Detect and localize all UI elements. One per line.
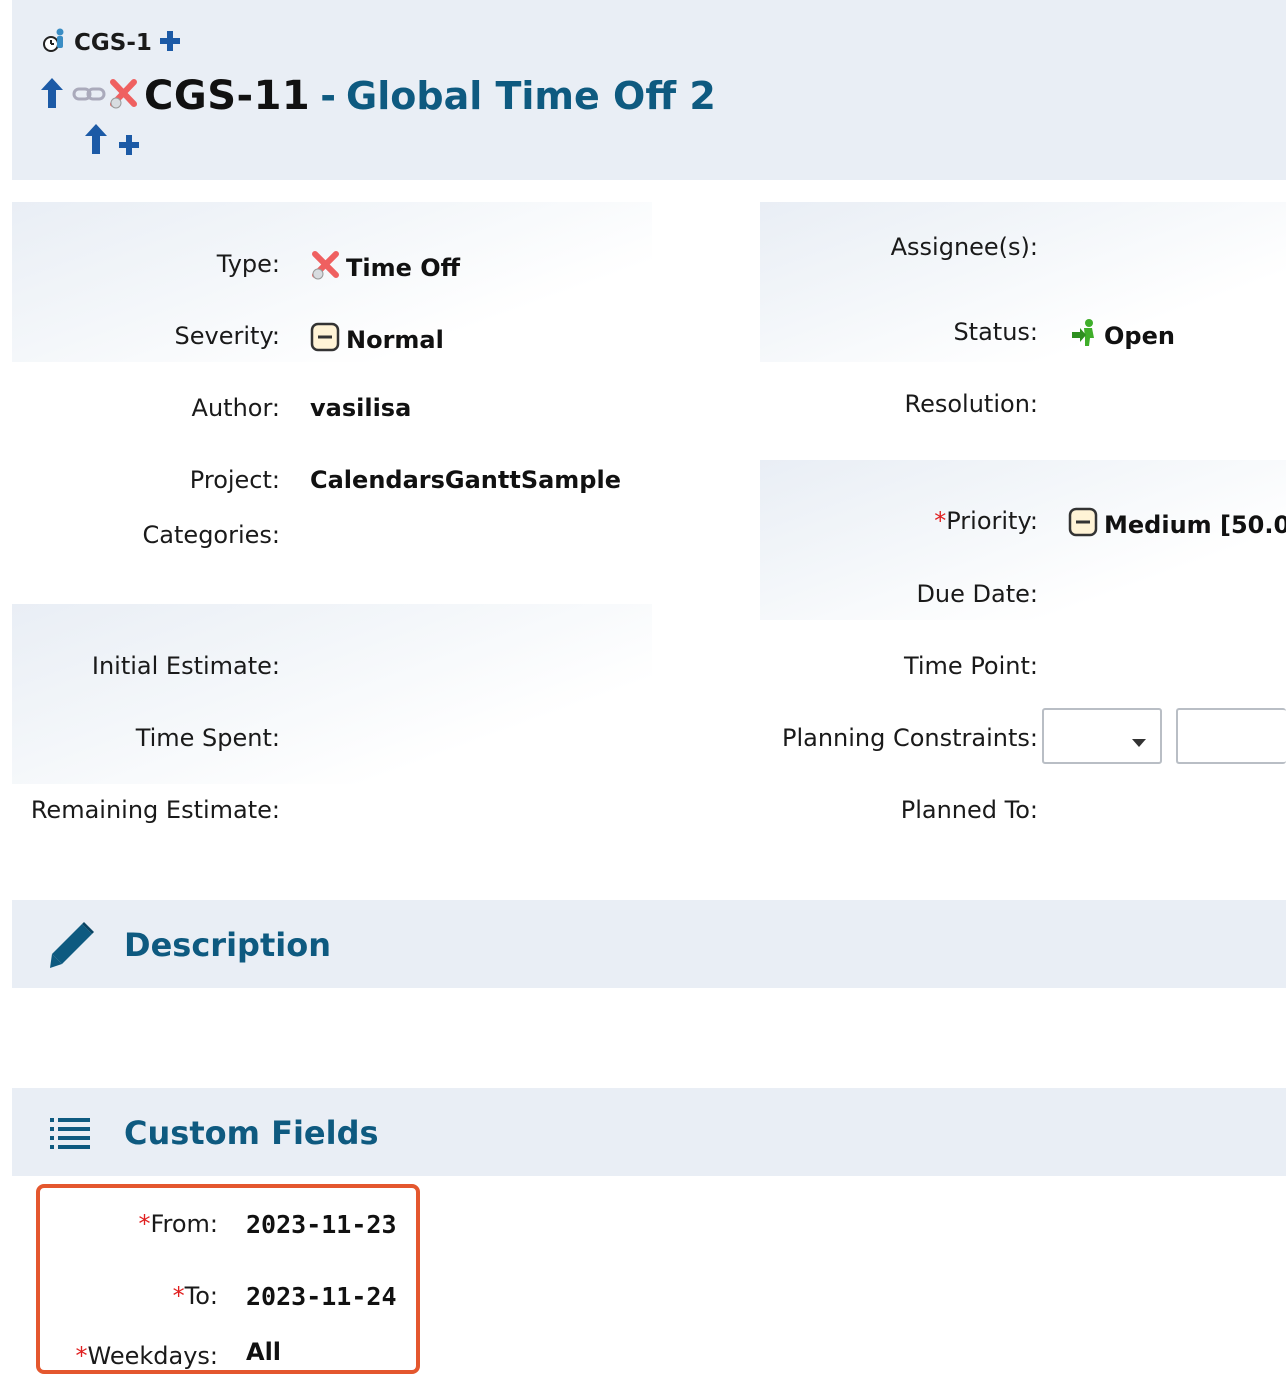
- due-date-label: Due Date:: [916, 580, 1038, 608]
- issue-key: CGS-11: [144, 73, 311, 119]
- initial-estimate-label: Initial Estimate:: [91, 652, 280, 680]
- severity-value: Normal: [310, 322, 444, 358]
- parent-issue-key[interactable]: CGS-1: [74, 30, 152, 56]
- estimate-fields-panel: [12, 604, 652, 784]
- issue-title-line: CGS-11 - Global Time Off 2: [38, 70, 716, 122]
- priority-value-text: Medium [50.0]: [1104, 511, 1286, 539]
- type-value-text: Time Off: [346, 254, 461, 282]
- list-icon: [48, 1114, 92, 1154]
- author-label: Author:: [191, 394, 280, 422]
- time-spent-label: Time Spent:: [135, 724, 280, 752]
- parent-arrow-icon[interactable]: [38, 76, 66, 116]
- pencil-icon: [46, 920, 98, 976]
- status-open-icon: [1070, 318, 1098, 354]
- severity-value-text: Normal: [346, 326, 444, 354]
- add-sibling-icon[interactable]: [158, 29, 182, 57]
- issue-summary[interactable]: Global Time Off 2: [346, 74, 716, 118]
- sub-issue-arrow-icon[interactable]: [82, 122, 110, 162]
- planning-constraints-label: Planning Constraints:: [781, 724, 1038, 752]
- parent-type-icon: [40, 27, 68, 59]
- time-point-label: Time Point:: [903, 652, 1038, 680]
- priority-required-mark: *: [934, 507, 947, 535]
- parent-issue-line: CGS-1: [40, 28, 182, 58]
- project-value[interactable]: CalendarsGanttSample: [310, 466, 621, 494]
- priority-label-text: Priority:: [946, 507, 1038, 535]
- planned-to-label: Planned To:: [900, 796, 1038, 824]
- project-label: Project:: [189, 466, 280, 494]
- description-section-header[interactable]: Description: [12, 900, 1286, 988]
- remaining-estimate-label: Remaining Estimate:: [30, 796, 280, 824]
- severity-label: Severity:: [174, 322, 280, 350]
- priority-value: Medium [50.0]: [1068, 507, 1286, 543]
- planning-constraints-select[interactable]: [1042, 708, 1162, 764]
- priority-label: *Priority:: [934, 507, 1038, 535]
- custom-fields-section-header[interactable]: Custom Fields: [12, 1088, 1286, 1176]
- custom-fields-highlight: [36, 1184, 420, 1374]
- time-off-type-icon: [108, 78, 138, 114]
- priority-medium-icon: [1068, 507, 1098, 543]
- author-value[interactable]: vasilisa: [310, 394, 411, 422]
- chevron-down-icon: [1132, 732, 1146, 751]
- status-value: Open: [1070, 318, 1175, 354]
- planning-constraints-date-input[interactable]: [1176, 708, 1286, 764]
- add-sub-issue-icon[interactable]: [118, 134, 140, 160]
- categories-label: Categories:: [142, 521, 280, 549]
- severity-normal-icon: [310, 322, 340, 358]
- custom-fields-title: Custom Fields: [124, 1114, 379, 1152]
- description-title: Description: [124, 926, 331, 964]
- child-issue-line: [82, 122, 140, 162]
- assignees-label: Assignee(s):: [890, 233, 1038, 261]
- resolution-label: Resolution:: [904, 390, 1039, 418]
- type-label: Type:: [216, 250, 280, 278]
- status-label: Status:: [953, 318, 1038, 346]
- type-value: Time Off: [310, 250, 460, 286]
- time-off-icon: [310, 250, 340, 286]
- status-value-text: Open: [1104, 322, 1175, 350]
- link-icon[interactable]: [72, 84, 106, 108]
- title-separator: -: [320, 74, 337, 118]
